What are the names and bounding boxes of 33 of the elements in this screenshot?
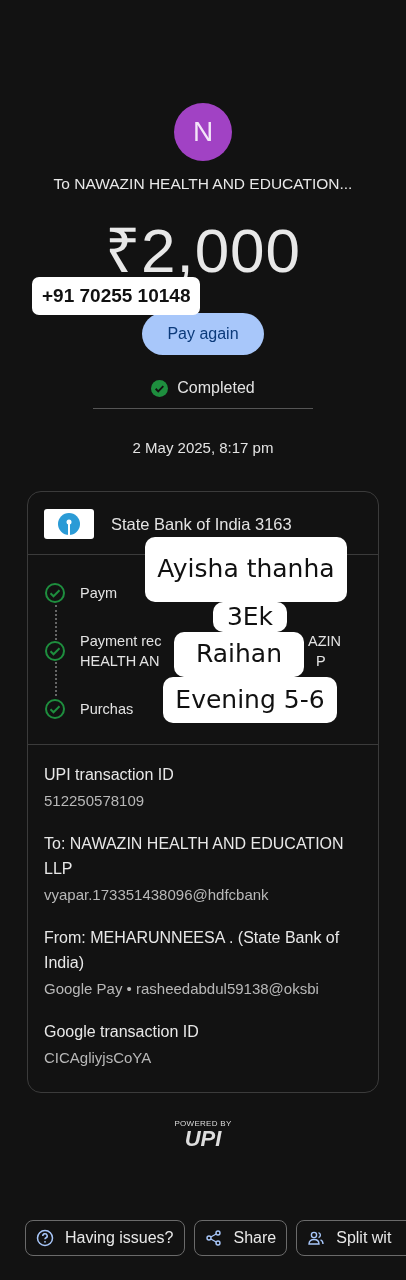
step-text: Purchas [80,700,134,719]
note-sticker: Evening 5-6 [163,677,337,723]
upi-logo: POWERED BY UPI [174,1119,232,1150]
bank-name: State Bank of India 3163 [111,514,292,534]
phone-sticker: +91 70255 10148 [32,277,201,315]
detail-value: Google Pay • rasheedabdul59138@oksbi [44,979,320,999]
date: 2 May 2025, 8:17 pm [132,439,274,456]
step-text: AZIN [308,632,342,651]
pay-again-button[interactable]: Pay again [142,313,264,355]
detail-label: UPI transaction ID [44,765,175,785]
note-sticker: Raihan [173,632,305,677]
share-button[interactable]: Share [193,1220,288,1256]
help-button[interactable]: Having issues? [25,1220,185,1256]
share-icon [204,1229,223,1247]
detail-value: CICAgliyjsCoYA [44,1048,153,1068]
detail-label: To: NAWAZIN HEALTH AND EDUCATION LLP [44,834,344,879]
detail-label: Google transaction ID [44,1022,200,1042]
bank-logo-icon [44,509,94,539]
note-sticker: Ayisha thanha [145,537,347,602]
step-text: HEALTH AN [80,652,160,671]
split-button[interactable]: Split wit [296,1220,406,1256]
step-text: Payment rec [80,632,162,651]
detail-label: From: MEHARUNNEESA . (State Bank of India) [44,928,341,973]
status-text: Completed [177,379,255,397]
detail-value: vyapar.173351438096@hdfcbank [44,885,270,905]
payee-title: To NAWAZIN HEALTH AND EDUCATION... [53,175,353,193]
detail-value: 512250578109 [44,791,146,811]
help-icon [36,1229,54,1247]
avatar: N [174,103,232,161]
note-sticker: 3Ek [212,602,288,632]
people-icon [307,1229,326,1247]
step-text: P [316,652,326,671]
step-text: Paym [80,584,118,603]
